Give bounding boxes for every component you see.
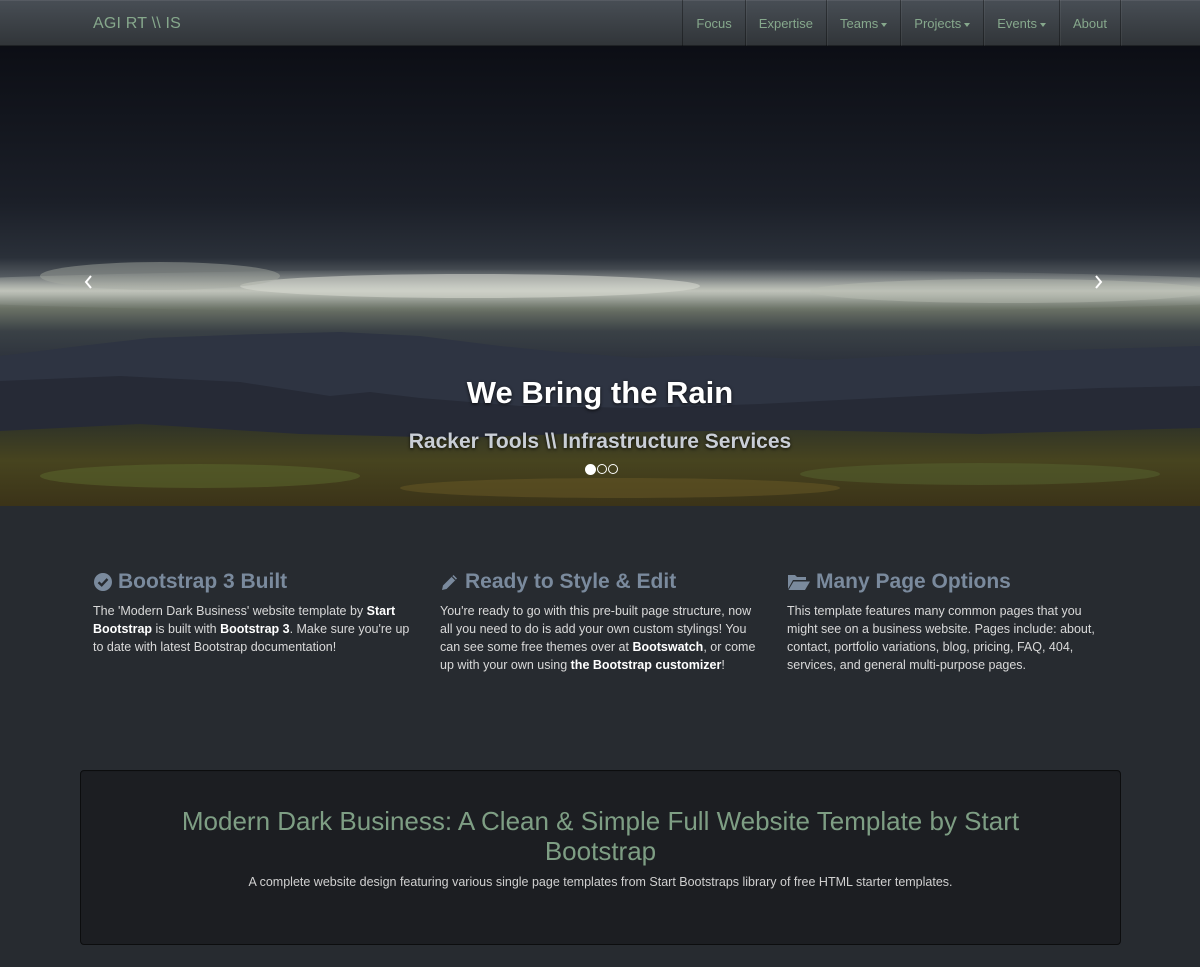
well-heading: Modern Dark Business: A Clean & Simple F… [181, 806, 1020, 866]
text-fragment: is built with [152, 622, 221, 636]
check-circle-icon [93, 572, 113, 592]
nav-item-focus[interactable]: Focus [683, 0, 746, 46]
feature-text: You're ready to go with this pre-built p… [440, 602, 760, 674]
feature-text: The 'Modern Dark Business' website templ… [93, 602, 413, 656]
nav-item-projects-dropdown[interactable]: Projects [901, 0, 985, 46]
chevron-left-icon [84, 275, 92, 289]
feature-heading: Bootstrap 3 Built [93, 569, 413, 595]
nav-item-expertise[interactable]: Expertise [746, 0, 827, 46]
bootstrap-3-link[interactable]: Bootstrap 3 [220, 622, 289, 636]
nav-item-label: Expertise [758, 16, 813, 31]
intro-well: Modern Dark Business: A Clean & Simple F… [80, 770, 1121, 945]
carousel-indicators [585, 463, 618, 475]
caret-down-icon [881, 22, 888, 27]
feature-heading-text: Bootstrap 3 Built [118, 570, 288, 593]
nav-item-teams-dropdown[interactable]: Teams [827, 0, 902, 46]
top-navbar: AGI RT \\ IS Focus Expertise Teams Proje… [0, 0, 1200, 46]
feature-column-bootstrap: Bootstrap 3 Built The 'Modern Dark Busin… [93, 569, 413, 656]
well-text: A complete website design featuring vari… [248, 875, 953, 889]
feature-heading-text: Many Page Options [816, 570, 1011, 593]
chevron-right-icon [1095, 275, 1103, 289]
carousel-caption-title: We Bring the Rain [466, 375, 734, 410]
nav-item-label: Focus [696, 16, 732, 31]
text-fragment: The 'Modern Dark Business' website templ… [93, 604, 367, 618]
feature-heading: Ready to Style & Edit [440, 569, 760, 595]
bootswatch-link[interactable]: Bootswatch [632, 640, 703, 654]
carousel-indicator-2[interactable] [597, 464, 607, 474]
carousel-next-button[interactable] [1088, 272, 1108, 292]
nav-item-label: Projects [914, 16, 962, 31]
bootstrap-customizer-link[interactable]: the Bootstrap customizer [571, 658, 722, 672]
feature-heading-text: Ready to Style & Edit [465, 570, 677, 593]
carousel-prev-button[interactable] [79, 272, 99, 292]
caret-down-icon [964, 22, 971, 27]
hero-carousel[interactable]: We Bring the Rain Racker Tools \\ Infras… [0, 46, 1200, 506]
text-fragment: ! [721, 658, 725, 672]
feature-column-style: Ready to Style & Edit You're ready to go… [440, 569, 760, 674]
feature-heading: Many Page Options [787, 569, 1107, 595]
caret-down-icon [1040, 22, 1047, 27]
carousel-caption-subtitle: Racker Tools \\ Infrastructure Services [408, 430, 792, 453]
feature-text: This template features many common pages… [787, 604, 1095, 672]
nav-item-label: Events [997, 16, 1038, 31]
feature-column-pages: Many Page Options This template features… [787, 569, 1107, 674]
main-nav: Focus Expertise Teams Projects Events Ab… [682, 0, 1121, 46]
carousel-indicator-3[interactable] [608, 464, 618, 474]
nav-item-about[interactable]: About [1060, 0, 1121, 46]
nav-item-label: Teams [840, 16, 879, 31]
carousel-indicator-1[interactable] [585, 463, 596, 475]
brand-link[interactable]: AGI RT \\ IS [93, 0, 181, 46]
folder-open-icon [787, 572, 811, 592]
pencil-icon [440, 572, 460, 592]
nav-item-label: About [1073, 16, 1107, 31]
nav-item-events-dropdown[interactable]: Events [984, 0, 1061, 46]
